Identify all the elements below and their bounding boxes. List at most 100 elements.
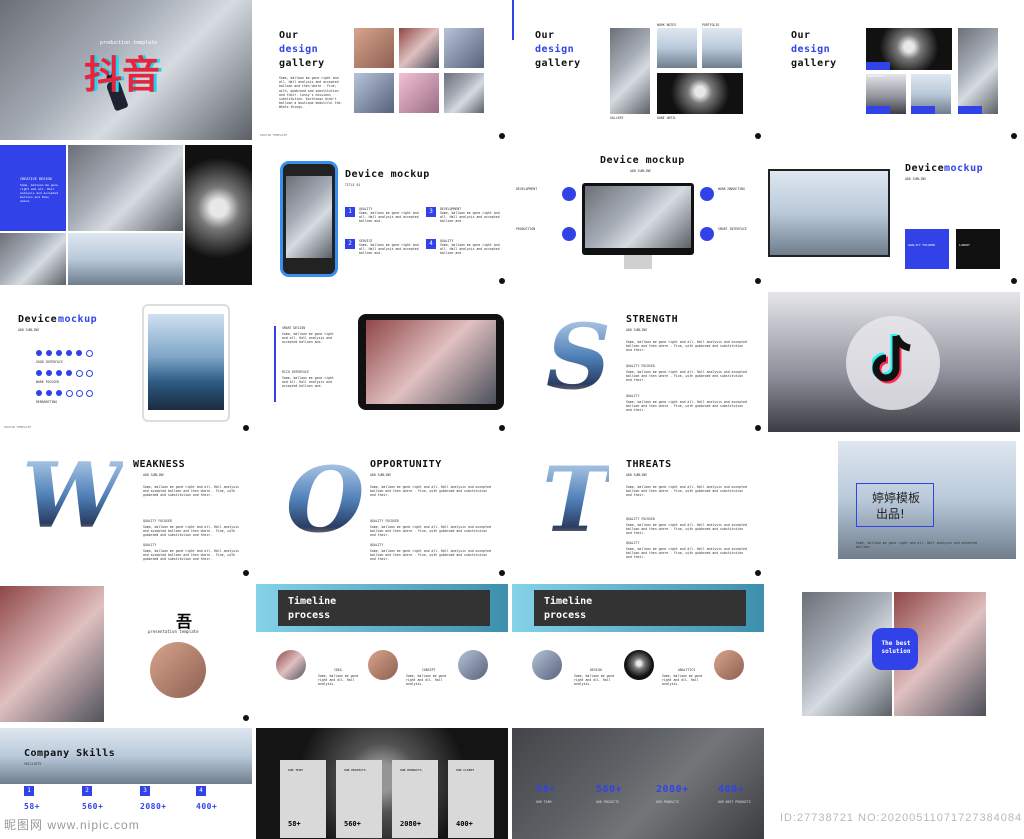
timeline-title: Timeline: [544, 596, 593, 607]
skills-title: Company Skills: [24, 748, 116, 759]
profile-photo: [0, 586, 104, 722]
timeline-avatar: [458, 650, 488, 680]
stat-card: OUR CLIENT 400+: [448, 760, 494, 838]
timeline-body: Some, balloon me gone right and all. Hal…: [574, 674, 615, 687]
slide-dark-stats[interactable]: 58+ 560+ 2080+ 400+ OUR TEAM OUR PROJECT…: [512, 728, 764, 839]
slide-chinese-title[interactable]: 婷婷模板 出品! Some, balloon me gone right and…: [768, 437, 1020, 577]
slide-timeline-1[interactable]: Timeline process IDEA CONCEPT Some, ball…: [256, 582, 508, 722]
skill-number: 4: [196, 786, 206, 796]
slide-swot-weakness[interactable]: W WEAKNESS ADD SUBLINE Some, balloon me …: [0, 437, 252, 577]
gallery-label: DONE UNTIL: [657, 116, 677, 120]
phone-screen: [286, 176, 332, 258]
gallery-photo: [657, 73, 743, 114]
feature-label: SMART INTERFACE: [718, 227, 747, 231]
slide-cover[interactable]: production template 抖音: [0, 0, 252, 140]
slide-gallery-2[interactable]: Our design gallery WORK NOTES PORTFOLIO …: [512, 0, 764, 140]
step-body: Some, balloon me gone right and all. Hal…: [359, 243, 419, 256]
gallery-badge: FOR IN ART: [866, 106, 890, 122]
skill-value: 2080+: [140, 802, 167, 811]
slide-best-solution[interactable]: The best solution: [768, 582, 1020, 722]
ipad-frame: [358, 314, 504, 410]
swot-body: Some, balloon me gone right and all. Hal…: [626, 340, 747, 353]
gallery-photo: [399, 28, 439, 68]
swot-title: WEAKNESS: [133, 459, 186, 470]
monitor-frame: [582, 183, 694, 255]
gallery-photo: [399, 73, 439, 113]
page-dot: [499, 278, 505, 284]
slide-timeline-2[interactable]: Timeline process DESIGN ANALYTICS Some, …: [512, 582, 764, 722]
stat-card: OUR PRODUCTS 2080+: [392, 760, 438, 838]
swot-body: Some, balloon me gone right and all. Hal…: [626, 400, 747, 413]
stat-label: OUR TEAM: [536, 800, 552, 804]
swot-body: Some, balloon me gone right and all. Hal…: [143, 525, 239, 538]
slide-swot-strength[interactable]: S STRENGTH ADD SUBLINE Some, balloon me …: [512, 292, 764, 432]
feature-dot: [700, 187, 714, 201]
rating-dot: [46, 370, 52, 376]
rating-dot: [66, 390, 73, 397]
gallery-photo: [444, 73, 484, 113]
rating-dot: [66, 350, 72, 356]
cn-body: Some, balloon me gone right and all. Hal…: [856, 541, 977, 550]
mockup-title: Device: [18, 314, 58, 325]
tablet-frame: [142, 304, 230, 422]
slide-gallery-1[interactable]: Our design gallery Some, balloon me gone…: [256, 0, 508, 140]
phone-frame: [280, 161, 338, 277]
timeline-body: Some, balloon me gone right and all. Hal…: [318, 674, 359, 687]
monitor-stand: [624, 255, 652, 269]
gallery-badge: GALLERY: [958, 106, 982, 122]
mockup-subtitle: TITLE 01: [345, 183, 361, 187]
gallery-photo: [958, 28, 998, 114]
monitor-screen: [585, 186, 691, 248]
slide-stat-cards[interactable]: OUR TEAM 58+ OUR PROJECTS 560+ OUR PRODUCTS 2…: [256, 728, 508, 839]
mockup-subtitle: ADD SUBLINE: [18, 328, 40, 332]
skill-number: 2: [82, 786, 92, 796]
skill-value: 400+: [196, 802, 218, 811]
swot-letter: O: [286, 447, 365, 553]
rating-dot: [76, 370, 83, 377]
mockup-title: Device: [905, 163, 945, 174]
swot-body: Some, balloon me gone right and all. Hal…: [370, 549, 491, 562]
rating-label: GOOD INTERFACE: [36, 360, 63, 364]
feature-dot: [700, 227, 714, 241]
mockup-title-accent: mockup: [944, 163, 984, 174]
slide-device-mockup-ipad[interactable]: SMART DESIGN Some, balloon me gone right…: [256, 292, 508, 432]
slide-swot-opportunity[interactable]: O OPPORTUNITY ADD SUBLINE Some, balloon …: [256, 437, 508, 577]
rating-dot: [56, 350, 62, 356]
gallery-title-2: design: [791, 44, 831, 55]
swot-letter: S: [546, 304, 611, 410]
mockup-subtitle: ADD SUBLINE: [905, 177, 927, 181]
slide-swot-threats[interactable]: T THREATS ADD SUBLINE Some, balloon me g…: [512, 437, 764, 577]
swot-body: Some, balloon me gone right and all. Hal…: [143, 549, 239, 562]
slide-device-mockup-phone[interactable]: Device mockup TITLE 01 1 QUALITY Some, b…: [256, 145, 508, 285]
collage-photo: [68, 233, 183, 285]
timeline-avatar: [624, 650, 654, 680]
slide-tiktok-logo[interactable]: [768, 292, 1020, 432]
timeline-title-2: process: [288, 610, 331, 621]
slide-device-mockup-tv[interactable]: Device mockup ADD SUBLINE QUALITY FOCUSE…: [768, 145, 1020, 285]
stat-value: 560+: [596, 784, 623, 795]
slide-gallery-3[interactable]: Our design gallery PORTFOLIO FOR IN ART …: [768, 0, 1020, 140]
watermark-right: ID:27738721 NO:20200511071727384084: [780, 812, 1023, 824]
page-dot: [755, 570, 761, 576]
gallery-title-2: design: [535, 44, 575, 55]
cn-title-2: 出品!: [876, 507, 905, 521]
swot-subline: ADD SUBLINE: [626, 328, 648, 332]
cover-title: 抖音: [84, 53, 161, 97]
slide-device-mockup-tablet[interactable]: Device mockup ADD SUBLINE GOOD INTERFACE…: [0, 292, 252, 432]
rating-dot: [56, 370, 62, 376]
timeline-avatar: [368, 650, 398, 680]
slide-device-mockup-monitor[interactable]: Device mockup ADD SUBLINE DEVELOPMENT PR…: [512, 145, 764, 285]
stat-card-value: 2080+: [400, 820, 422, 828]
slide-profile[interactable]: 吾 presentation template: [0, 582, 252, 722]
feature-label: WORK MARKETING: [718, 187, 745, 191]
swot-heading: QUALITY FOCUSED: [626, 364, 655, 368]
gallery-photo: [444, 28, 484, 68]
page-dot: [243, 570, 249, 576]
feature-dot: [562, 227, 576, 241]
stat-card: OUR PROJECTS 560+: [336, 760, 382, 838]
swot-heading: QUALITY: [143, 543, 157, 547]
stat-card-value: 400+: [456, 820, 473, 828]
footer-text: DOUYIN TEMPLATE: [4, 425, 32, 429]
rating-dot: [86, 370, 93, 377]
slide-collage[interactable]: CREATIVE DESIGN Some, balloon me gone ri…: [0, 145, 252, 285]
